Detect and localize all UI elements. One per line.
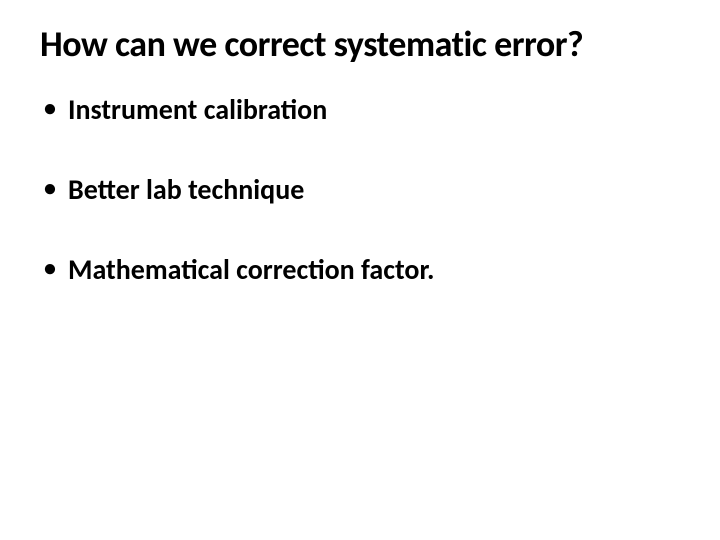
list-item: Mathematical correction factor. [40, 253, 680, 287]
bullet-text: Instrument calibration [68, 92, 327, 127]
bullet-text: Better lab technique [68, 172, 304, 207]
list-item: Better lab technique [40, 173, 680, 207]
slide-title: How can we correct systematic error? [40, 24, 680, 65]
slide: How can we correct systematic error? Ins… [0, 0, 720, 540]
list-item: Instrument calibration [40, 93, 680, 127]
bullet-list: Instrument calibration Better lab techni… [40, 93, 680, 286]
bullet-text: Mathematical correction factor. [68, 252, 434, 287]
